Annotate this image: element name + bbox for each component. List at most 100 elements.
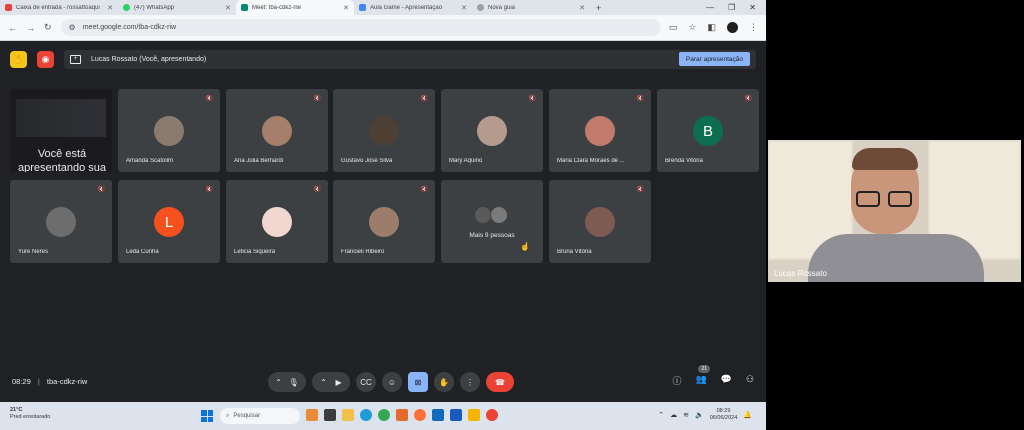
hand-raise-indicator-icon[interactable]: ✋ — [10, 50, 27, 68]
mic-off-icon: 🔇 — [744, 96, 752, 102]
video-controls[interactable]: ⌃ ▶ — [312, 372, 350, 392]
notification-bell-icon[interactable]: 🔔 — [743, 411, 752, 419]
mic-off-icon: 🔇 — [313, 187, 321, 193]
glasses — [856, 191, 914, 208]
participant-tile[interactable]: 🔇 Bruna Vitória — [549, 180, 651, 263]
chrome-alt-icon[interactable] — [486, 409, 498, 421]
close-tab-icon[interactable]: ✕ — [225, 4, 231, 12]
url-input[interactable]: ⚙ meet.google.com/tba-cdkz-riw — [60, 19, 661, 36]
system-tray: ⌃ ☁ ≋ 🔈 08:29 06/06/2024 🔔 — [658, 408, 752, 422]
audio-controls[interactable]: ⌃ 🎙 — [268, 372, 306, 392]
weather-widget[interactable]: 21°C Pred ensolarado — [10, 407, 50, 421]
reload-icon[interactable]: ↻ — [44, 22, 52, 33]
self-presenting-tile[interactable]: Você está apresentando sua — [10, 89, 112, 172]
speaker-video: Lucas Rossato — [768, 140, 1021, 282]
chat-icon[interactable]: 💬 — [721, 374, 732, 387]
firefox-icon[interactable] — [414, 409, 426, 421]
tab-meet[interactable]: Meet: tba-cdkz-riw ✕ — [236, 0, 354, 15]
participant-count-badge: 21 — [698, 365, 711, 373]
self-presenting-text: Você está apresentando sua — [17, 148, 107, 172]
cloud-icon[interactable]: ☁ — [670, 411, 677, 419]
participant-tile[interactable]: 🔇 Francieli Ribeiro — [333, 180, 435, 263]
tab-new[interactable]: Nova guia ✕ — [472, 0, 590, 15]
windows-taskbar: 21°C Pred ensolarado ⌕ Pesquisar ⌃ ☁ ≋ 🔈 — [0, 402, 766, 430]
taskbar-search[interactable]: ⌕ Pesquisar — [220, 408, 300, 424]
app-icon[interactable] — [468, 409, 480, 421]
participant-tile[interactable]: 🔇 B Brenda Vitória — [657, 89, 759, 172]
chevron-up-icon[interactable]: ⌃ — [658, 411, 664, 419]
whatsapp-icon — [123, 4, 130, 11]
clock-time: 08:29 — [716, 408, 731, 414]
store-icon[interactable] — [396, 409, 408, 421]
participant-tile[interactable]: 🔇 Amanda Scatolim — [118, 89, 220, 172]
recording-icon[interactable]: ◉ — [37, 50, 54, 68]
participant-tile[interactable]: 🔇 L Leda Cunha — [118, 180, 220, 263]
camera-icon[interactable]: ▶ — [336, 378, 342, 387]
forward-icon[interactable]: → — [26, 23, 35, 33]
screen: Caixa de entrada - rossattoaqui ✕ (47) W… — [0, 0, 1024, 430]
tab-whatsapp[interactable]: (47) WhatsApp ✕ — [118, 0, 236, 15]
wifi-icon[interactable]: ≋ — [683, 411, 689, 419]
participant-tile[interactable]: 🔇 Mary Aquino — [441, 89, 543, 172]
task-view-icon[interactable] — [324, 409, 336, 421]
info-icon[interactable]: ⓘ — [672, 374, 681, 387]
participant-tile[interactable]: 🔇 Yure Neres — [10, 180, 112, 263]
present-button[interactable]: ⊠ — [408, 372, 428, 392]
participant-tile[interactable]: 🔇 Ana Júlia Bernardi — [226, 89, 328, 172]
raise-hand-button[interactable]: ✋ — [434, 372, 454, 392]
explorer-icon[interactable] — [342, 409, 354, 421]
outlook-icon[interactable] — [432, 409, 444, 421]
close-tab-icon[interactable]: ✕ — [107, 4, 113, 12]
people-button[interactable]: 21 👥 — [695, 365, 711, 387]
menu-icon[interactable]: ⋮ — [749, 22, 758, 33]
audio-options-chevron-icon[interactable]: ⌃ — [275, 378, 282, 387]
widget-app-icon[interactable] — [306, 409, 318, 421]
close-tab-icon[interactable]: ✕ — [579, 4, 585, 12]
activities-icon[interactable]: ⚇ — [746, 374, 754, 387]
back-icon[interactable]: ← — [8, 23, 17, 33]
more-participants-tile[interactable]: Mais 9 pessoas ☝ — [441, 180, 543, 263]
site-info-icon[interactable]: ⚙ — [69, 23, 76, 32]
edge-icon[interactable] — [360, 409, 372, 421]
mic-off-icon: 🔇 — [205, 187, 213, 193]
chrome-icon[interactable] — [378, 409, 390, 421]
video-options-chevron-icon[interactable]: ⌃ — [320, 378, 327, 387]
close-tab-icon[interactable]: ✕ — [343, 4, 349, 12]
maximize-icon[interactable]: ❐ — [728, 3, 735, 12]
bookmark-star-icon[interactable]: ☆ — [688, 22, 696, 33]
close-window-icon[interactable]: ✕ — [749, 3, 756, 12]
close-tab-icon[interactable]: ✕ — [461, 4, 467, 12]
toolbar-icons: ▭ ☆ ◧ ⋮ — [669, 22, 758, 33]
taskbar-clock[interactable]: 08:29 06/06/2024 — [710, 408, 738, 422]
tab-gmail[interactable]: Caixa de entrada - rossattoaqui ✕ — [0, 0, 118, 15]
weather-temp: 21°C — [10, 407, 23, 413]
tab-slides[interactable]: Aula Game - Apresentação ✕ — [354, 0, 472, 15]
mic-off-icon: 🔇 — [313, 96, 321, 102]
more-options-button[interactable]: ⋮ — [460, 372, 480, 392]
tab-label: Aula Game - Apresentação — [370, 4, 443, 11]
tab-label: Caixa de entrada - rossattoaqui — [16, 4, 100, 11]
participant-avatar — [154, 116, 184, 146]
participant-tile[interactable]: 🔇 Leticia Siqueira — [226, 180, 328, 263]
captions-button[interactable]: CC — [356, 372, 376, 392]
volume-icon[interactable]: 🔈 — [695, 411, 704, 419]
stop-presenting-button[interactable]: Parar apresentação — [678, 52, 750, 66]
clock-date: 06/06/2024 — [709, 415, 738, 421]
participant-avatar — [262, 207, 292, 237]
windows-start-icon[interactable] — [201, 410, 213, 422]
profile-avatar[interactable] — [727, 22, 738, 33]
minimize-icon[interactable]: — — [706, 3, 714, 12]
reactions-button[interactable]: ☺ — [382, 372, 402, 392]
camera-in-use-icon[interactable]: ▭ — [669, 22, 678, 33]
meeting-code: tba-cdkz-riw — [46, 377, 88, 386]
mic-off-icon: 🔇 — [97, 187, 105, 193]
side-panel-icon[interactable]: ◧ — [707, 22, 716, 33]
participant-tile[interactable]: 🔇 Maria Clara Moraes de ... — [549, 89, 651, 172]
leave-call-button[interactable]: ☎ — [486, 372, 514, 392]
new-tab-icon[interactable]: + — [596, 3, 601, 13]
participant-name: Gustavo Jose Silva — [341, 158, 393, 164]
word-icon[interactable] — [450, 409, 462, 421]
participant-tile[interactable]: 🔇 Gustavo Jose Silva — [333, 89, 435, 172]
mic-icon[interactable]: 🎙 — [289, 378, 299, 387]
people-icon: 👥 — [695, 374, 707, 384]
